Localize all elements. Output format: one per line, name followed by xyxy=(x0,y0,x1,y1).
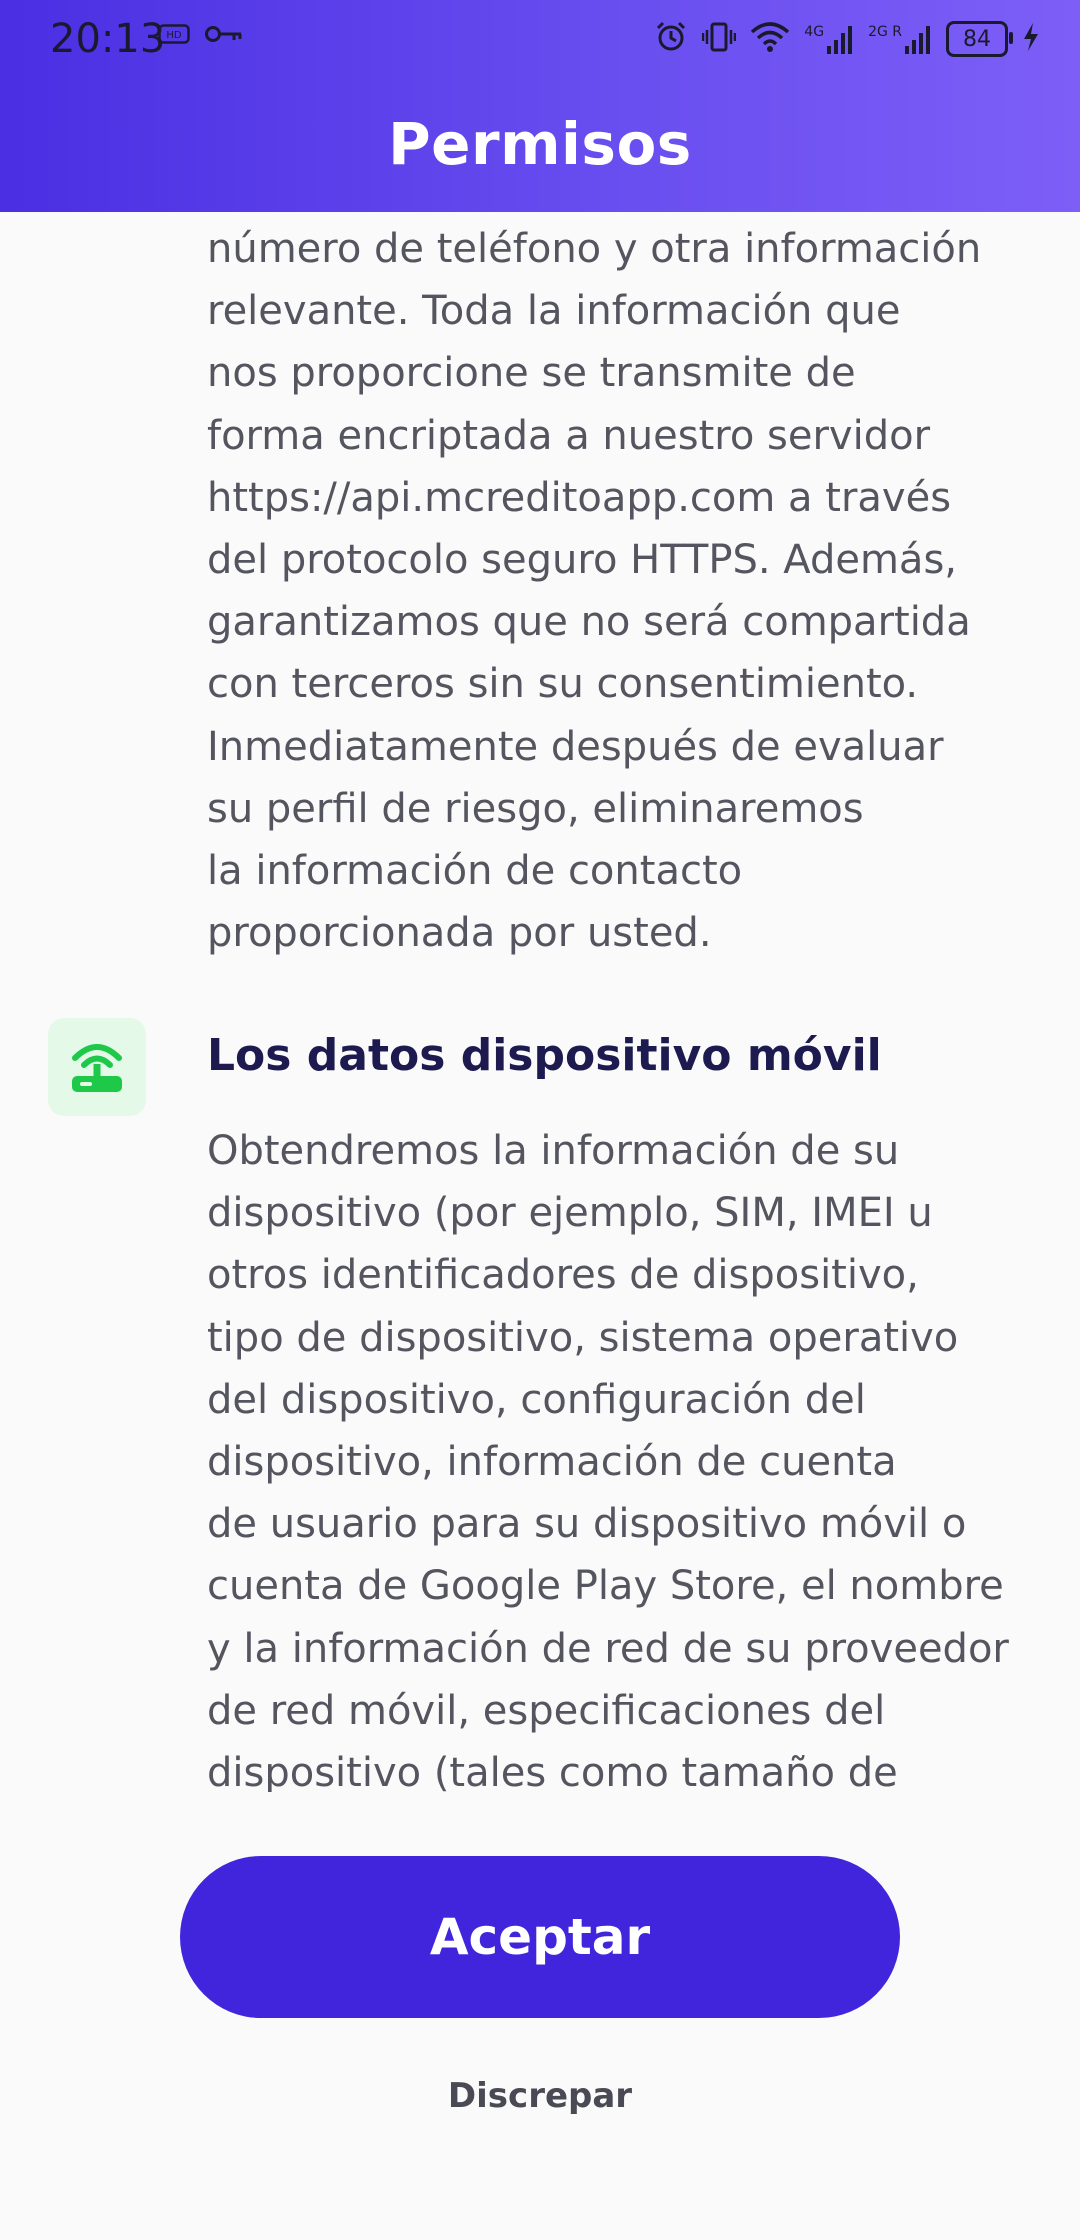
section-title: Los datos dispositivo móvil xyxy=(207,1030,882,1081)
status-left-icons: HD xyxy=(158,24,244,48)
text-line: Inmediatamente después de evaluar xyxy=(207,723,944,770)
permissions-content[interactable]: número de teléfono y otra información rel… xyxy=(0,212,1080,1792)
router-icon xyxy=(66,1034,128,1100)
text-line: relevante. Toda la información que xyxy=(207,288,901,335)
battery-level: 84 xyxy=(963,26,991,52)
text-line: del protocolo seguro HTTPS. Además, xyxy=(207,537,957,584)
text-line: forma encriptada a nuestro servidor xyxy=(207,412,931,459)
text-line: proporcionada por usted. xyxy=(207,910,712,957)
text-line: con terceros sin su consentimiento. xyxy=(207,661,919,708)
text-line: cuenta de Google Play Store, el nombre xyxy=(207,1563,1004,1610)
text-line: número de teléfono y otra información xyxy=(207,226,982,272)
text-line: dispositivo, información de cuenta xyxy=(207,1439,897,1486)
text-line: y la información de red de su proveedor xyxy=(207,1625,1009,1672)
text-line: su perfil de riesgo, eliminaremos xyxy=(207,785,864,832)
signal-icon-2: 2G R xyxy=(868,24,932,54)
status-bar: 20:13 HD 4G 2G R 84 xyxy=(0,0,1080,86)
router-icon-tile xyxy=(48,1018,146,1116)
battery-icon: 84 xyxy=(946,21,1013,57)
text-line: la información de contacto xyxy=(207,848,743,895)
page-title: Permisos xyxy=(388,110,692,178)
alarm-icon xyxy=(654,20,688,58)
text-line: garantizamos que no será compartida xyxy=(207,599,971,646)
accept-button[interactable]: Aceptar xyxy=(180,1856,900,2018)
status-time: 20:13 xyxy=(50,16,166,62)
network-type-2: 2G R xyxy=(868,24,902,40)
signal-icon-1: 4G xyxy=(804,24,854,54)
network-type-1: 4G xyxy=(804,24,825,40)
text-line: https://api.mcreditoapp.com a través xyxy=(207,474,952,521)
decline-link[interactable]: Discrepar xyxy=(0,2076,1080,2116)
text-line: otros identificadores de dispositivo, xyxy=(207,1252,919,1299)
hd-icon: HD xyxy=(158,24,190,48)
device-data-description: Obtendremos la información de su disposit… xyxy=(207,1120,1037,1792)
text-line: dispositivo (tales como tamaño de xyxy=(207,1750,898,1792)
text-line: Obtendremos la información de su xyxy=(207,1128,900,1174)
text-line: de usuario para su dispositivo móvil o xyxy=(207,1501,967,1548)
text-line: tipo de dispositivo, sistema operativo xyxy=(207,1314,959,1361)
wifi-icon xyxy=(750,20,790,58)
text-line: nos proporcione se transmite de xyxy=(207,350,856,397)
svg-text:HD: HD xyxy=(166,30,182,41)
vibrate-icon xyxy=(702,20,737,58)
text-line: de red móvil, especificaciones del xyxy=(207,1687,886,1734)
text-line: del dispositivo, configuración del xyxy=(207,1376,866,1423)
status-right-icons: 4G 2G R 84 xyxy=(654,20,1040,58)
app-header: 20:13 HD 4G 2G R 84 Permisos xyxy=(0,0,1080,212)
text-line: dispositivo (por ejemplo, SIM, IMEI u xyxy=(207,1190,933,1237)
charging-icon xyxy=(1022,22,1040,56)
contacts-description: número de teléfono y otra información rel… xyxy=(207,218,1037,964)
key-icon xyxy=(204,24,244,48)
